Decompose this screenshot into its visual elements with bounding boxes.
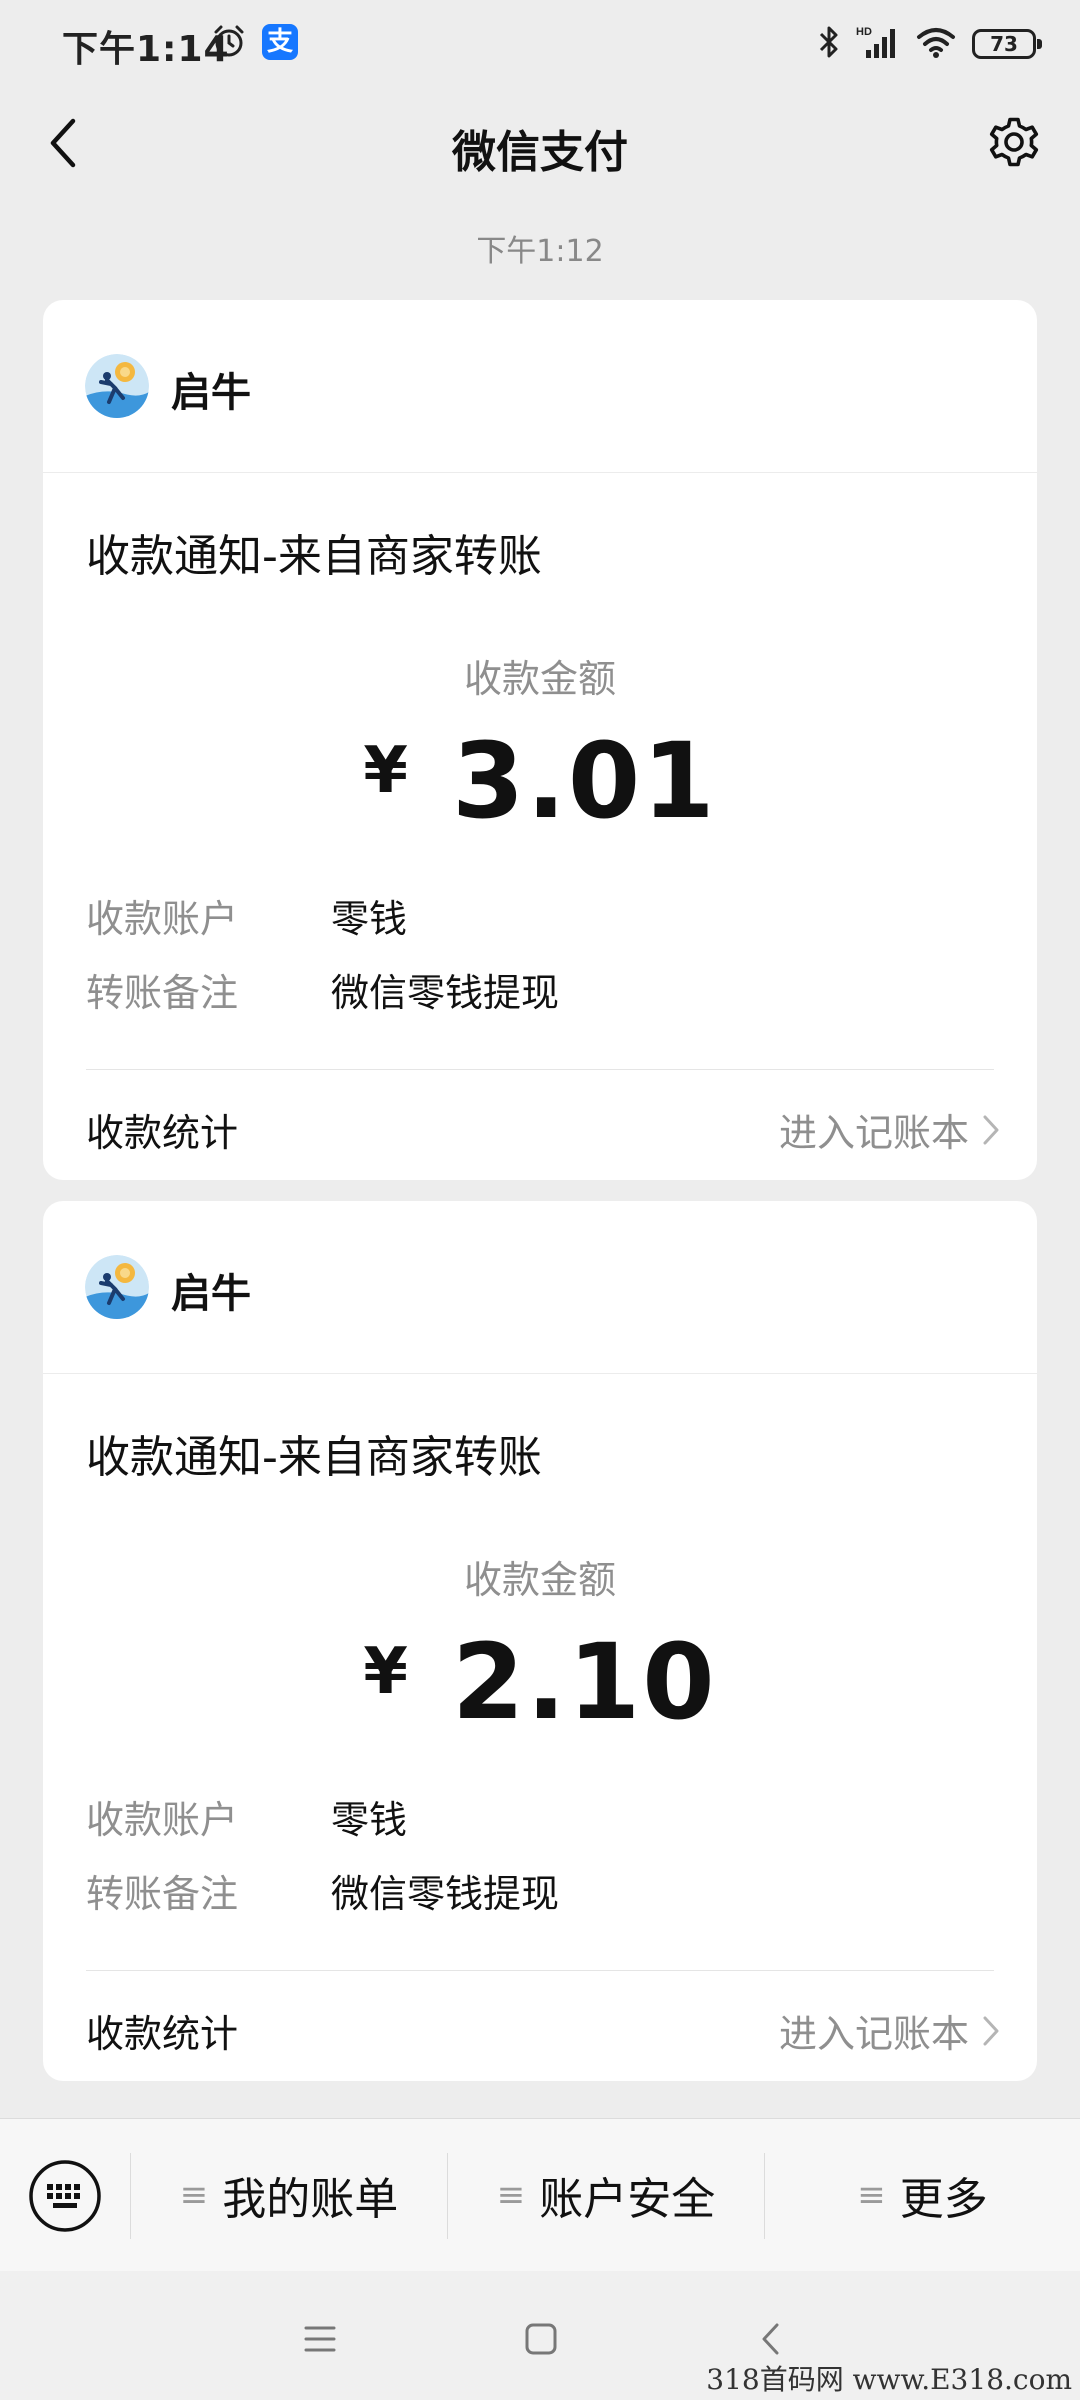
detail-value: 零钱 bbox=[331, 897, 408, 941]
svg-text:HD: HD bbox=[856, 26, 872, 38]
battery-icon: 73 bbox=[972, 29, 1042, 59]
bottom-menu: ≡ 我的账单 ≡ 账户安全 ≡ 更多 bbox=[0, 2118, 1080, 2271]
notification-title: 收款通知-来自商家转账 bbox=[86, 531, 542, 582]
notification-title: 收款通知-来自商家转账 bbox=[86, 1432, 542, 1483]
stats-label: 收款统计 bbox=[86, 1111, 239, 1155]
header: 微信支付 bbox=[0, 88, 1080, 198]
detail-value: 微信零钱提现 bbox=[331, 1872, 560, 1916]
settings-button[interactable] bbox=[974, 102, 1054, 182]
chevron-right-icon bbox=[983, 2016, 999, 2045]
card-header[interactable]: 启牛 bbox=[43, 1201, 1037, 1374]
gear-icon bbox=[989, 117, 1039, 167]
keyboard-toggle-button[interactable] bbox=[28, 2159, 102, 2233]
alipay-icon: 支 bbox=[262, 24, 298, 60]
currency-symbol: ¥ bbox=[363, 1635, 408, 1709]
merchant-name: 启牛 bbox=[171, 370, 251, 416]
open-ledger-label: 进入记账本 bbox=[778, 1111, 969, 1155]
signal-icon: HD bbox=[856, 24, 900, 64]
menu-list-icon: ≡ bbox=[496, 2175, 526, 2215]
home-icon bbox=[525, 2323, 557, 2355]
menu-list-icon: ≡ bbox=[179, 2175, 209, 2215]
merchant-avatar[interactable] bbox=[85, 1255, 149, 1319]
card-header[interactable]: 启牛 bbox=[43, 300, 1037, 473]
merchant-avatar[interactable] bbox=[85, 354, 149, 418]
amount-value: 2.10 bbox=[451, 1621, 717, 1743]
merchant-name: 启牛 bbox=[171, 1271, 251, 1317]
nav-home-button[interactable] bbox=[511, 2309, 571, 2369]
menu-label: 我的账单 bbox=[222, 2174, 399, 2225]
page-title: 微信支付 bbox=[452, 127, 628, 178]
open-ledger-link[interactable]: 进入记账本 bbox=[779, 2003, 1001, 2058]
watermark: 318首码网 www.E318.com bbox=[706, 2363, 1072, 2396]
status-icons: HD 73 bbox=[818, 22, 1042, 66]
detail-row-remark: 转账备注 微信零钱提现 bbox=[86, 962, 559, 1017]
payment-notification-card[interactable]: 启牛 收款通知-来自商家转账 收款金额 ¥3.01 收款账户 零钱 转账备注 微信零… bbox=[43, 300, 1037, 1180]
detail-label: 收款账户 bbox=[86, 897, 239, 941]
message-timestamp: 下午1:12 bbox=[476, 234, 604, 269]
amount: ¥3.01 bbox=[43, 720, 1037, 842]
menu-more[interactable]: ≡ 更多 bbox=[765, 2119, 1080, 2271]
stats-row[interactable]: 收款统计 进入记账本 bbox=[43, 1070, 1037, 1180]
detail-value: 微信零钱提现 bbox=[331, 971, 560, 1015]
chevron-right-icon bbox=[983, 1115, 999, 1144]
menu-label: 账户安全 bbox=[539, 2174, 716, 2225]
detail-row-account: 收款账户 零钱 bbox=[86, 1789, 407, 1844]
currency-symbol: ¥ bbox=[363, 734, 408, 808]
amount: ¥2.10 bbox=[43, 1621, 1037, 1743]
detail-row-remark: 转账备注 微信零钱提现 bbox=[86, 1863, 559, 1918]
keyboard-icon bbox=[29, 2160, 101, 2232]
stats-label: 收款统计 bbox=[86, 2012, 239, 2056]
back-icon bbox=[762, 2323, 779, 2355]
amount-value: 3.01 bbox=[451, 720, 717, 842]
nav-menu-button[interactable] bbox=[290, 2309, 350, 2369]
amount-label: 收款金额 bbox=[463, 1558, 616, 1602]
detail-label: 转账备注 bbox=[86, 971, 239, 1015]
stats-row[interactable]: 收款统计 进入记账本 bbox=[43, 1971, 1037, 2081]
menu-label: 更多 bbox=[899, 2174, 988, 2225]
open-ledger-link[interactable]: 进入记账本 bbox=[779, 1102, 1001, 1157]
detail-label: 转账备注 bbox=[86, 1872, 239, 1916]
detail-value: 零钱 bbox=[331, 1798, 408, 1842]
status-bar: 下午1:14 支 HD 73 bbox=[0, 0, 1080, 88]
menu-icon bbox=[304, 2326, 336, 2352]
alarm-icon bbox=[212, 24, 246, 58]
amount-label: 收款金额 bbox=[463, 657, 616, 701]
menu-account-security[interactable]: ≡ 账户安全 bbox=[448, 2119, 764, 2271]
detail-label: 收款账户 bbox=[86, 1798, 239, 1842]
menu-my-bills[interactable]: ≡ 我的账单 bbox=[131, 2119, 447, 2271]
payment-notification-card[interactable]: 启牛 收款通知-来自商家转账 收款金额 ¥2.10 收款账户 零钱 转账备注 微信零… bbox=[43, 1201, 1037, 2081]
status-time: 下午1:14 bbox=[62, 29, 230, 70]
bluetooth-icon bbox=[818, 24, 840, 64]
wifi-icon bbox=[916, 25, 956, 63]
detail-row-account: 收款账户 零钱 bbox=[86, 888, 407, 943]
menu-list-icon: ≡ bbox=[857, 2175, 886, 2215]
open-ledger-label: 进入记账本 bbox=[778, 2012, 969, 2056]
